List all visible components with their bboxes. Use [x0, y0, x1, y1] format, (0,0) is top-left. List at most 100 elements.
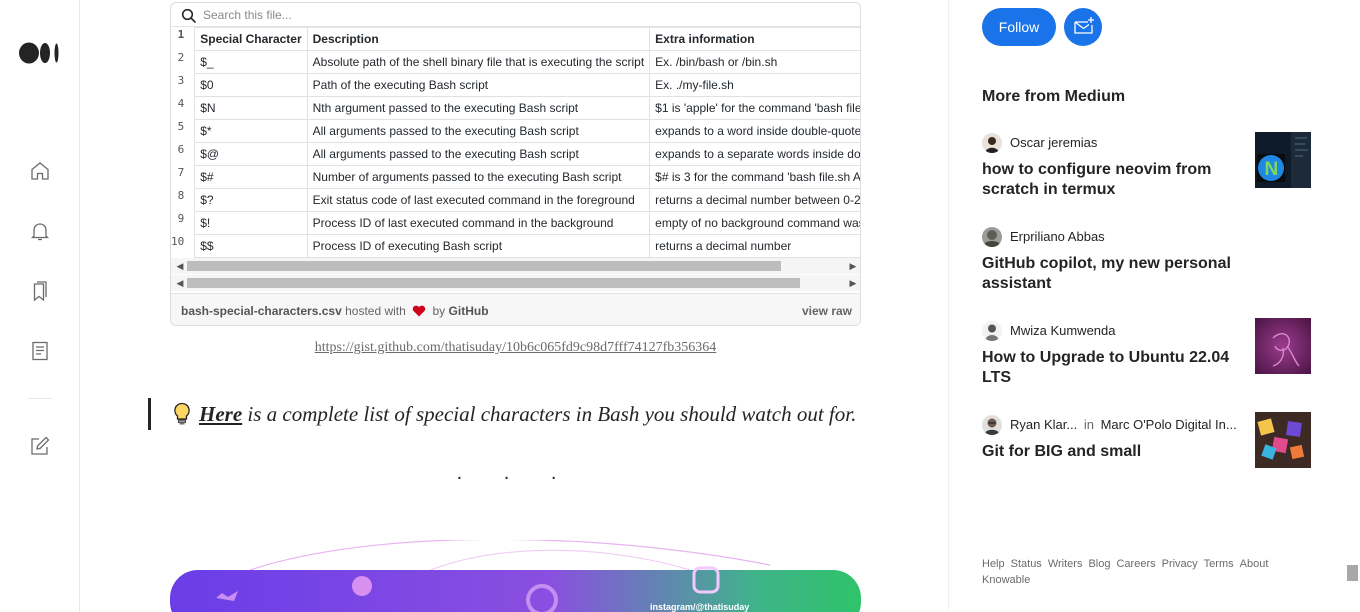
- column-header: Description: [306, 27, 651, 51]
- footer-link-terms[interactable]: Terms: [1204, 558, 1234, 570]
- author-name: Ryan Klar... in Marc O'Polo Digital In..…: [1010, 417, 1237, 432]
- table-cell: Process ID of last executed command in t…: [306, 211, 651, 235]
- line-number: 4: [171, 96, 196, 120]
- table-row: 7 $# Number of arguments passed to the exe…: [171, 165, 860, 189]
- gist-url-link[interactable]: https://gist.github.com/thatisuday/10b6c…: [170, 340, 861, 356]
- line-number: 9: [171, 211, 196, 235]
- table-cell: Nth argument passed to the executing Bas…: [306, 96, 651, 120]
- avatar: [982, 321, 1002, 341]
- table-row: 2 $_ Absolute path of the shell binary fil…: [171, 50, 860, 74]
- table-row: 9 $! Process ID of last executed command i…: [171, 211, 860, 235]
- line-number: 8: [171, 188, 196, 212]
- table-cell: $?: [194, 188, 308, 212]
- section-separator: . . .: [456, 462, 575, 484]
- bookmarks-icon[interactable]: [28, 279, 52, 303]
- table-cell: Path of the executing Bash script: [306, 73, 651, 97]
- notifications-icon[interactable]: [28, 219, 52, 243]
- by-text: by: [432, 304, 446, 318]
- blockquote: Here is a complete list of special chara…: [148, 398, 861, 430]
- github-link[interactable]: GitHub: [449, 304, 489, 318]
- story-thumbnail[interactable]: N: [1255, 132, 1311, 188]
- footer-link-status[interactable]: Status: [1011, 558, 1042, 570]
- author-name: Erpriliano Abbas: [1010, 229, 1105, 244]
- table-cell: All arguments passed to the executing Ba…: [306, 119, 651, 143]
- footer-link-knowable[interactable]: Knowable: [982, 574, 1030, 586]
- scroll-right-icon[interactable]: ▶: [848, 261, 858, 271]
- line-number: 10: [171, 234, 196, 258]
- table-cell: expands to a word inside double-quotes: [649, 119, 860, 143]
- table-cell: $!: [194, 211, 308, 235]
- scroll-left-icon[interactable]: ◀: [175, 261, 185, 271]
- heart-icon: [412, 305, 426, 317]
- subscribe-email-button[interactable]: [1064, 8, 1102, 46]
- story-title[interactable]: GitHub copilot, my new personal assistan…: [982, 254, 1232, 294]
- right-sidebar: Follow More from Medium Oscar jeremias h…: [950, 0, 1345, 612]
- story-thumbnail[interactable]: [1255, 412, 1311, 468]
- table-header-row: 1 Special Character Description Extra in…: [171, 27, 860, 51]
- table-cell: $$: [194, 234, 308, 258]
- table-cell: returns a decimal number between 0-255: [649, 188, 860, 212]
- footer-link-blog[interactable]: Blog: [1088, 558, 1110, 570]
- medium-logo[interactable]: [19, 42, 61, 64]
- table-row: 5 $* All arguments passed to the executing…: [171, 119, 860, 143]
- article-banner-image: instagram/@thatisuday: [170, 540, 861, 612]
- gist-search-bar: [171, 3, 860, 27]
- table-cell: $0: [194, 73, 308, 97]
- nav-divider: [28, 398, 52, 399]
- table-cell: Absolute path of the shell binary file t…: [306, 50, 651, 74]
- write-icon[interactable]: [28, 434, 52, 458]
- view-raw-link[interactable]: view raw: [802, 304, 852, 318]
- left-navigation: [0, 0, 80, 612]
- story-title[interactable]: how to configure neovim from scratch in …: [982, 160, 1232, 200]
- scrollbar-thumb[interactable]: [187, 278, 800, 288]
- scroll-left-icon[interactable]: ◀: [175, 278, 185, 288]
- page-scrollbar[interactable]: [1345, 0, 1360, 612]
- author-name-text: Ryan Klar...: [1010, 417, 1078, 432]
- table-row: 8 $? Exit status code of last executed com…: [171, 188, 860, 212]
- story-title[interactable]: Git for BIG and small: [982, 442, 1232, 462]
- line-number: 7: [171, 165, 196, 189]
- search-icon: [181, 8, 197, 24]
- line-number: 5: [171, 119, 196, 143]
- footer-link-writers[interactable]: Writers: [1048, 558, 1083, 570]
- author-name: Oscar jeremias: [1010, 135, 1098, 150]
- line-number: 6: [171, 142, 196, 166]
- lightbulb-icon: [174, 402, 190, 425]
- article-main: 1 Special Character Description Extra in…: [80, 0, 949, 612]
- table-cell: $_: [194, 50, 308, 74]
- story-thumbnail[interactable]: [1255, 318, 1311, 374]
- table-cell: expands to a separate words inside doubl…: [649, 142, 860, 166]
- follow-button[interactable]: Follow: [982, 8, 1056, 46]
- table-cell: $# is 3 for the command 'bash file.sh A …: [649, 165, 860, 189]
- scrollbar-thumb[interactable]: [187, 261, 781, 271]
- page-scrollbar-thumb[interactable]: [1347, 565, 1358, 581]
- mail-plus-icon: [1074, 17, 1094, 34]
- horizontal-scrollbar[interactable]: ◀ ▶: [171, 275, 860, 291]
- table-cell: returns a decimal number: [649, 234, 860, 258]
- search-input[interactable]: [203, 6, 603, 24]
- avatar: [982, 227, 1002, 247]
- avatar: [982, 133, 1002, 153]
- here-link[interactable]: Here: [199, 402, 242, 426]
- story-title[interactable]: How to Upgrade to Ubuntu 22.04 LTS: [982, 348, 1232, 388]
- quote-body: is a complete list of special characters…: [242, 402, 857, 426]
- horizontal-scrollbar[interactable]: ◀ ▶: [171, 258, 860, 274]
- gist-file-name[interactable]: bash-special-characters.csv: [181, 304, 342, 318]
- publication-name[interactable]: Marc O'Polo Digital In...: [1101, 417, 1237, 432]
- footer-link-help[interactable]: Help: [982, 558, 1005, 570]
- author-name: Mwiza Kumwenda: [1010, 323, 1116, 338]
- table-cell: $1 is 'apple' for the command 'bash file…: [649, 96, 860, 120]
- scroll-right-icon[interactable]: ▶: [848, 278, 858, 288]
- table-cell: Exit status code of last executed comman…: [306, 188, 651, 212]
- in-text: in: [1083, 417, 1094, 432]
- footer-link-careers[interactable]: Careers: [1116, 558, 1155, 570]
- table-row: 10 $$ Process ID of executing Bash script r…: [171, 234, 860, 258]
- table-cell: $N: [194, 96, 308, 120]
- stories-icon[interactable]: [28, 339, 52, 363]
- table-cell: Process ID of executing Bash script: [306, 234, 651, 258]
- home-icon[interactable]: [28, 159, 52, 183]
- footer-link-about[interactable]: About: [1240, 558, 1269, 570]
- table-cell: Ex. ./my-file.sh: [649, 73, 860, 97]
- footer-link-privacy[interactable]: Privacy: [1162, 558, 1198, 570]
- quote-text: Here is a complete list of special chara…: [199, 402, 856, 427]
